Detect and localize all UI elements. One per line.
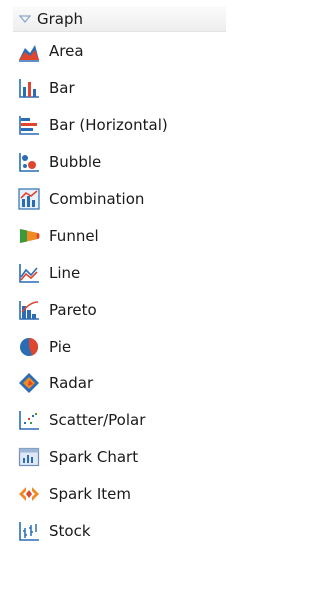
palette-item-label: Bar (Horizontal) — [49, 116, 168, 135]
funnel-chart-icon — [17, 224, 41, 248]
palette-item-label: Stock — [49, 522, 91, 541]
combination-chart-icon — [17, 187, 41, 211]
palette-item-label: Pie — [49, 337, 72, 356]
horizontal-bar-chart-icon — [17, 113, 41, 137]
bubble-chart-icon — [17, 150, 41, 174]
palette-item-bar-horizontal[interactable]: Bar (Horizontal) — [13, 107, 242, 144]
palette-item-pareto[interactable]: Pareto — [13, 291, 242, 328]
pareto-chart-icon — [17, 298, 41, 322]
palette-item-label: Bubble — [49, 153, 102, 172]
radar-chart-icon — [17, 371, 41, 395]
palette-item-line[interactable]: Line — [13, 254, 242, 291]
palette-item-label: Radar — [49, 374, 94, 393]
scatter-chart-icon — [17, 408, 41, 432]
palette-item-label: Scatter/Polar — [49, 411, 146, 430]
palette-item-label: Funnel — [49, 226, 99, 245]
palette-item-label: Line — [49, 263, 81, 282]
palette-item-label: Bar — [49, 79, 75, 98]
palette-item-label: Spark Chart — [49, 448, 139, 467]
palette-item-label: Spark Item — [49, 485, 132, 504]
bar-chart-icon — [17, 76, 41, 100]
pie-chart-icon — [17, 335, 41, 359]
stock-chart-icon — [17, 519, 41, 543]
palette-item-label: Combination — [49, 190, 145, 208]
collapse-caret-icon[interactable] — [16, 6, 34, 32]
graph-group-title: Graph — [37, 9, 84, 28]
palette-item-pie[interactable]: Pie — [13, 328, 242, 365]
spark-item-icon — [17, 482, 41, 506]
palette-item-label: Pareto — [49, 300, 97, 319]
palette-item-spark-item[interactable]: Spark Item — [13, 476, 242, 513]
palette-item-funnel[interactable]: Funnel — [13, 217, 242, 254]
palette-item-stock[interactable]: Stock — [13, 513, 242, 550]
palette-item-label: Area — [49, 42, 84, 61]
graph-type-list: Area Bar Bar (Horizontal) Bubble Combina — [13, 33, 242, 549]
palette-item-bubble[interactable]: Bubble — [13, 144, 242, 181]
palette-item-spark-chart[interactable]: Spark Chart — [13, 439, 242, 476]
graph-group-header[interactable]: Graph — [13, 6, 226, 32]
palette-item-scatter-polar[interactable]: Scatter/Polar — [13, 402, 242, 439]
area-chart-icon — [17, 39, 41, 63]
palette-item-area[interactable]: Area — [13, 33, 242, 70]
line-chart-icon — [17, 261, 41, 285]
spark-chart-icon — [17, 445, 41, 469]
graph-palette-panel: Graph Area Bar Bar (Horizontal) Bubble C… — [0, 0, 242, 596]
palette-item-combination[interactable]: Combination — [13, 181, 242, 218]
palette-item-bar[interactable]: Bar — [13, 70, 242, 107]
palette-item-radar[interactable]: Radar — [13, 365, 242, 402]
